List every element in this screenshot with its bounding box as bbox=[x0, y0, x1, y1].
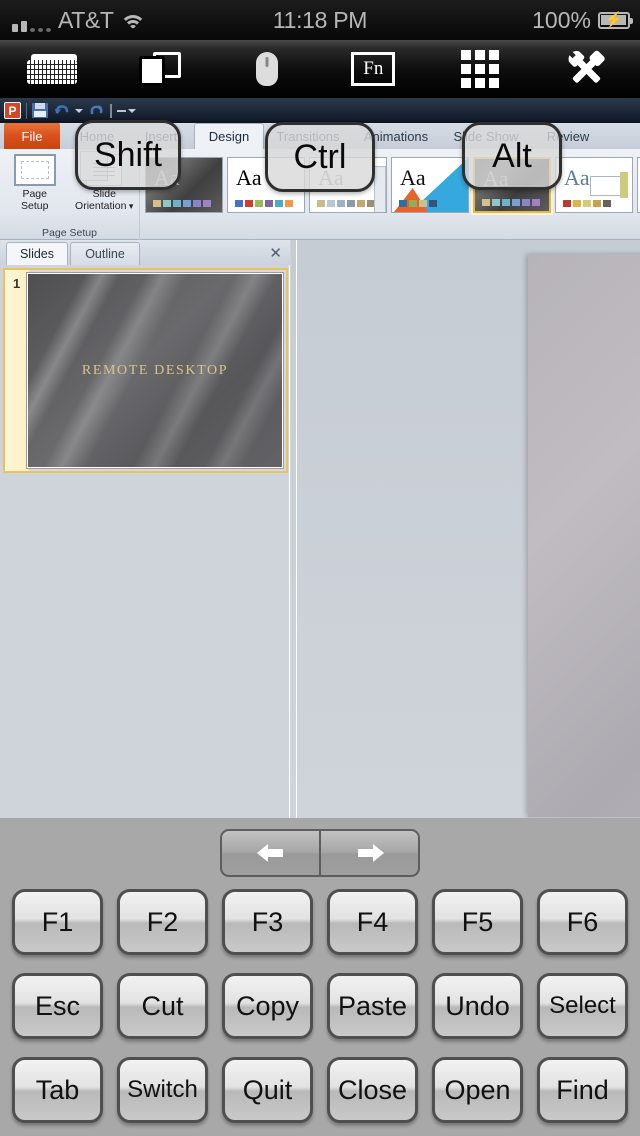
save-icon[interactable] bbox=[32, 103, 48, 118]
slide-thumbnail[interactable]: REMOTE DESKTOP bbox=[26, 272, 284, 469]
tab-outline[interactable]: Outline bbox=[70, 242, 140, 265]
theme-thumbnail[interactable]: Aa bbox=[555, 157, 633, 213]
keypad-panel: F1 F2 F3 F4 F5 F6 Esc Cut Copy Paste Und… bbox=[0, 818, 640, 1136]
theme-preview-text: Aa bbox=[400, 165, 426, 190]
carrier-label: AT&T bbox=[58, 6, 114, 33]
key-open[interactable]: Open bbox=[432, 1057, 523, 1123]
theme-preview-text: Aa bbox=[236, 165, 262, 190]
undo-dropdown-caret-icon[interactable] bbox=[75, 108, 83, 113]
page-setup-icon bbox=[13, 154, 56, 186]
keypad-row-app: Tab Switch Quit Close Open Find bbox=[0, 1057, 640, 1133]
theme-swatches bbox=[317, 200, 375, 207]
slide-title-text: REMOTE DESKTOP bbox=[81, 362, 229, 378]
status-bar: AT&T 11:18 PM 100% ⚡ bbox=[0, 0, 640, 40]
clock-label: 11:18 PM bbox=[272, 6, 368, 33]
tab-file[interactable]: File bbox=[4, 123, 60, 149]
customize-qat-button[interactable] bbox=[117, 108, 136, 113]
theme-preview-text: Aa bbox=[564, 165, 590, 190]
key-undo[interactable]: Undo bbox=[432, 973, 523, 1039]
key-f1[interactable]: F1 bbox=[12, 889, 103, 955]
tools-button[interactable] bbox=[533, 40, 640, 98]
group-label-page-setup: Page Setup bbox=[42, 227, 97, 239]
battery-charging-icon: ⚡ bbox=[597, 11, 633, 29]
themes-gallery[interactable]: Aa Aa Aa bbox=[145, 157, 640, 213]
keyboard-icon bbox=[27, 54, 79, 84]
key-switch[interactable]: Switch bbox=[117, 1057, 208, 1123]
key-close[interactable]: Close bbox=[327, 1057, 418, 1123]
key-select[interactable]: Select bbox=[537, 973, 628, 1039]
app-toolbar: Fn bbox=[0, 40, 640, 98]
key-find[interactable]: Find bbox=[537, 1057, 628, 1123]
nav-next-button[interactable] bbox=[319, 831, 418, 875]
fn-icon: Fn bbox=[351, 52, 396, 86]
arrow-left-icon bbox=[256, 844, 283, 862]
alt-key[interactable]: Alt bbox=[462, 122, 562, 190]
mouse-icon bbox=[255, 52, 278, 86]
numpad-grid-icon bbox=[461, 50, 500, 88]
undo-icon[interactable] bbox=[53, 103, 70, 119]
theme-swatches bbox=[399, 200, 437, 207]
keypad-row-edit: Esc Cut Copy Paste Undo Select bbox=[0, 973, 640, 1049]
arrow-right-icon bbox=[357, 844, 384, 862]
theme-swatches bbox=[235, 200, 293, 207]
keyboard-toggle-button[interactable] bbox=[0, 40, 107, 98]
active-slide-surface[interactable] bbox=[528, 254, 640, 817]
key-f6[interactable]: F6 bbox=[537, 889, 628, 955]
theme-swatches bbox=[482, 199, 540, 206]
slide-editing-canvas[interactable] bbox=[291, 240, 640, 818]
redo-icon[interactable] bbox=[88, 103, 105, 119]
screens-button[interactable] bbox=[107, 40, 214, 98]
divider bbox=[296, 240, 297, 818]
tab-slides[interactable]: Slides bbox=[6, 242, 68, 265]
navigation-segmented-control[interactable] bbox=[220, 829, 420, 877]
ctrl-key[interactable]: Ctrl bbox=[265, 122, 375, 192]
key-quit[interactable]: Quit bbox=[222, 1057, 313, 1123]
key-copy[interactable]: Copy bbox=[222, 973, 313, 1039]
key-f3[interactable]: F3 bbox=[222, 889, 313, 955]
page-setup-label-line2: Setup bbox=[21, 199, 49, 212]
key-tab[interactable]: Tab bbox=[12, 1057, 103, 1123]
page-setup-button[interactable]: Page Setup bbox=[0, 149, 70, 219]
remote-desktop-viewport[interactable]: P File Home Insert Design Transitions bbox=[0, 98, 640, 818]
numpad-button[interactable] bbox=[427, 40, 534, 98]
group-themes: Aa Aa Aa bbox=[141, 149, 640, 240]
battery-percent-label: 100% bbox=[532, 6, 591, 33]
key-f5[interactable]: F5 bbox=[432, 889, 523, 955]
slide-orientation-label-line2: Orientation bbox=[75, 199, 127, 212]
theme-swatches bbox=[153, 200, 211, 207]
divider bbox=[26, 102, 27, 119]
key-cut[interactable]: Cut bbox=[117, 973, 208, 1039]
tab-design[interactable]: Design bbox=[194, 123, 264, 149]
theme-swatches bbox=[563, 200, 611, 207]
key-f4[interactable]: F4 bbox=[327, 889, 418, 955]
mouse-button[interactable] bbox=[213, 40, 320, 98]
powerpoint-logo-icon: P bbox=[4, 102, 21, 119]
status-bar-right: 100% ⚡ bbox=[429, 7, 640, 34]
nav-prev-button[interactable] bbox=[222, 831, 319, 875]
slide-number: 1 bbox=[13, 276, 21, 291]
status-bar-left: AT&T bbox=[0, 6, 211, 33]
keypad-row-function: F1 F2 F3 F4 F5 F6 bbox=[0, 889, 640, 965]
list-item[interactable]: 1 REMOTE DESKTOP bbox=[3, 268, 288, 473]
page-setup-label-line1: Page bbox=[22, 188, 47, 200]
screens-icon bbox=[139, 52, 181, 86]
tools-icon bbox=[567, 51, 607, 87]
slide-panel[interactable]: 1 REMOTE DESKTOP bbox=[0, 265, 290, 818]
key-f2[interactable]: F2 bbox=[117, 889, 208, 955]
key-paste[interactable]: Paste bbox=[327, 973, 418, 1039]
fn-button[interactable]: Fn bbox=[320, 40, 427, 98]
divider bbox=[110, 103, 112, 118]
theme-thumbnail[interactable]: Aa bbox=[391, 157, 469, 213]
close-icon[interactable]: ✕ bbox=[269, 244, 282, 262]
wifi-icon bbox=[120, 12, 147, 32]
shift-key[interactable]: Shift bbox=[75, 120, 181, 190]
slide-panel-tab-strip: Slides Outline ✕ bbox=[0, 240, 290, 265]
key-esc[interactable]: Esc bbox=[12, 973, 103, 1039]
signal-bars-icon bbox=[12, 12, 51, 32]
